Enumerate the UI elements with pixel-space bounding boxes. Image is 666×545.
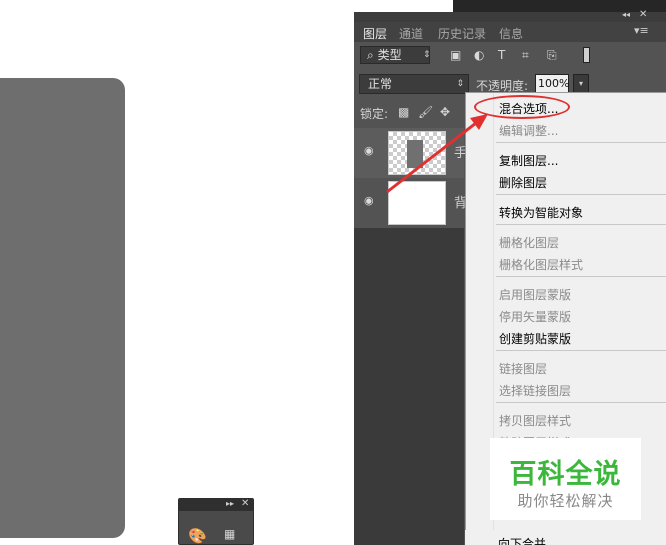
visibility-eye-icon[interactable]: ◉ bbox=[364, 194, 374, 207]
menu-item-delete-layer[interactable]: 删除图层 bbox=[499, 174, 547, 191]
spinner-icon: ⇕ bbox=[456, 79, 464, 89]
palette-icon[interactable]: 🎨 bbox=[188, 527, 207, 545]
type-filter-icon[interactable]: T bbox=[498, 48, 505, 62]
collapse-icon[interactable]: ◂◂ bbox=[622, 10, 630, 19]
thumbnail-shape bbox=[407, 140, 423, 168]
filter-type-select[interactable]: ⌕ 类型 ⇕ bbox=[360, 46, 431, 64]
watermark-title: 百科全说 bbox=[509, 459, 622, 490]
swatches-icon[interactable]: ▦ bbox=[224, 527, 235, 541]
visibility-eye-icon[interactable]: ◉ bbox=[364, 144, 374, 157]
pixel-filter-icon[interactable]: ▣ bbox=[450, 48, 461, 62]
lock-move-icon[interactable]: ✥ bbox=[440, 105, 450, 119]
menu-separator bbox=[496, 350, 666, 351]
tab-info[interactable]: 信息 bbox=[499, 25, 523, 42]
menu-item-duplicate-layer[interactable]: 复制图层... bbox=[499, 152, 558, 169]
lock-transparency-icon[interactable]: ▩ bbox=[398, 105, 409, 119]
tab-history[interactable]: 历史记录 bbox=[438, 25, 486, 42]
tab-layers[interactable]: 图层 bbox=[363, 25, 387, 42]
expand-icon[interactable]: ▸▸ bbox=[226, 499, 234, 508]
close-icon[interactable]: ✕ bbox=[241, 498, 249, 509]
canvas-shape bbox=[0, 78, 125, 538]
menu-item-merge-down[interactable]: 向下合并 bbox=[498, 535, 546, 545]
tab-channels[interactable]: 通道 bbox=[399, 25, 423, 42]
lock-brush-icon[interactable]: 🖌 bbox=[418, 105, 433, 119]
menu-item-rasterize-layer: 栅格化图层 bbox=[499, 236, 560, 250]
menu-item-copy-style: 拷贝图层样式 bbox=[499, 414, 572, 428]
layer-row[interactable]: ◉ 背 bbox=[354, 178, 467, 228]
annotation-ellipse bbox=[474, 95, 570, 119]
panel-menu-icon[interactable]: ▾≡ bbox=[634, 24, 649, 37]
adjustment-filter-icon[interactable]: ◐ bbox=[474, 48, 484, 62]
smart-object-filter-icon[interactable]: ⎘ bbox=[547, 48, 557, 63]
opacity-input[interactable]: 100% bbox=[535, 74, 569, 94]
panel-tabs: 图层 通道 历史记录 信息 ▾≡ bbox=[354, 22, 666, 42]
layer-thumbnail[interactable] bbox=[388, 181, 446, 225]
watermark: 百科全说 助你轻松解决 bbox=[490, 438, 641, 520]
shape-filter-icon[interactable]: ⌗ bbox=[522, 48, 529, 63]
menu-item-link-layers: 链接图层 bbox=[499, 362, 548, 376]
search-icon: ⌕ bbox=[367, 48, 374, 62]
menu-separator bbox=[496, 142, 666, 143]
menu-item-create-clipping-mask[interactable]: 创建剪贴蒙版 bbox=[499, 330, 571, 347]
spinner-icon: ⇕ bbox=[423, 50, 431, 60]
watermark-subtitle: 助你轻松解决 bbox=[517, 492, 614, 510]
panel-header[interactable]: ◂◂ ✕ bbox=[354, 9, 666, 22]
menu-item-rasterize-style: 栅格化图层样式 bbox=[499, 258, 584, 272]
menu-separator bbox=[496, 276, 666, 277]
menu-item-merge-down-row[interactable]: 向下合并 bbox=[465, 530, 666, 545]
top-strip bbox=[453, 0, 666, 12]
menu-item-convert-smart-object[interactable]: 转换为智能对象 bbox=[499, 204, 583, 221]
menu-separator bbox=[496, 194, 666, 195]
menu-item-disable-vector-mask: 停用矢量蒙版 bbox=[499, 310, 572, 324]
layer-thumbnail[interactable] bbox=[388, 131, 446, 175]
filter-row: ⌕ 类型 ⇕ ▣ ◐ T ⌗ ⎘ bbox=[354, 42, 666, 68]
lock-label: 锁定: bbox=[360, 107, 389, 121]
menu-separator bbox=[496, 402, 666, 403]
menu-item-enable-mask: 启用图层蒙版 bbox=[499, 288, 572, 302]
filter-toggle[interactable] bbox=[583, 47, 590, 63]
menu-item-edit-adjustment: 编辑调整... bbox=[499, 124, 559, 138]
blend-mode-select[interactable]: 正常 ⇕ bbox=[359, 74, 469, 94]
menu-item-select-linked: 选择链接图层 bbox=[499, 384, 572, 398]
collapsed-mini-panel[interactable]: ▸▸ ✕ 🎨 ▦ bbox=[178, 498, 254, 545]
filter-type-label: 类型 bbox=[377, 48, 402, 62]
close-icon[interactable]: ✕ bbox=[639, 9, 647, 20]
layer-row[interactable]: ◉ 手 bbox=[354, 128, 467, 178]
blend-mode-value: 正常 bbox=[368, 77, 393, 91]
menu-separator bbox=[496, 224, 666, 225]
opacity-dropdown-icon[interactable]: ▾ bbox=[573, 74, 589, 94]
layers-empty-area bbox=[354, 228, 464, 545]
